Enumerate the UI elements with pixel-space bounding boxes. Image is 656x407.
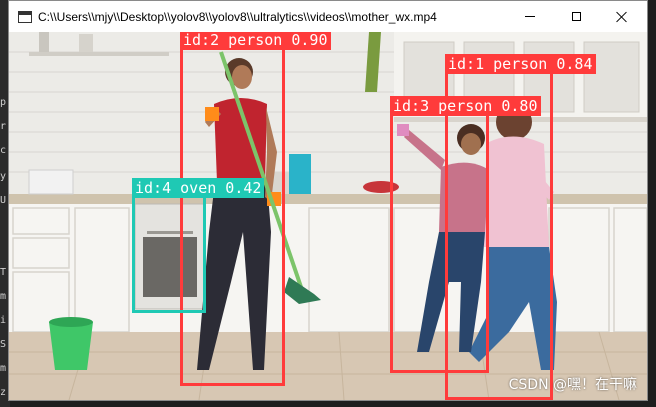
window-app-icon	[18, 10, 32, 23]
detection-box: id:4 oven 0.42	[132, 178, 265, 313]
watermark: CSDN @嘿！在干嘛	[508, 377, 637, 393]
maximize-button[interactable]	[553, 1, 599, 32]
window-title: C:\\Users\\mjy\\Desktop\\yolov8\\yolov8\…	[38, 9, 437, 24]
minimize-button[interactable]	[507, 1, 553, 32]
close-button[interactable]	[599, 1, 645, 32]
detection-label: id:1 person 0.84	[445, 54, 596, 74]
detection-label: id:4 oven 0.42	[132, 178, 265, 198]
title-bar[interactable]: C:\\Users\\mjy\\Desktop\\yolov8\\yolov8\…	[9, 1, 647, 32]
maximize-icon	[571, 12, 581, 21]
detection-label: id:2 person 0.90	[180, 32, 331, 50]
minimize-icon	[525, 16, 535, 17]
detection-box: id:3 person 0.80	[390, 96, 541, 373]
video-window: C:\\Users\\mjy\\Desktop\\yolov8\\yolov8\…	[8, 0, 648, 401]
close-icon	[616, 11, 628, 23]
detection-label: id:3 person 0.80	[390, 96, 541, 116]
video-frame: id:2 person 0.90 id:1 person 0.84 id:3 p…	[9, 32, 647, 400]
